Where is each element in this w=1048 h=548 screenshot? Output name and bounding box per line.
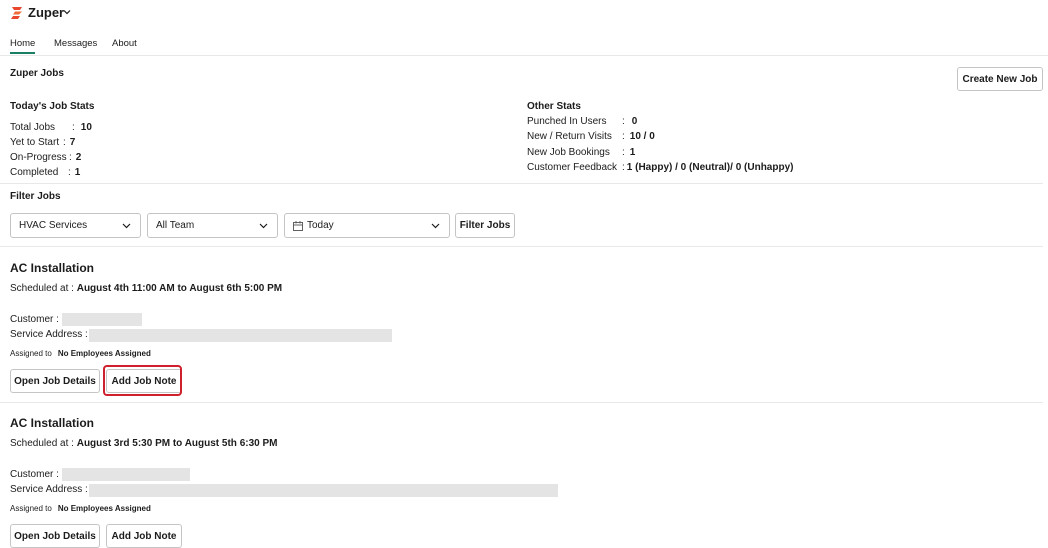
assigned-value: No Employees Assigned	[57, 349, 151, 358]
schedule-value: August 3rd 5:30 PM to August 5th 6:30 PM	[76, 438, 278, 449]
schedule-label: Scheduled at :	[10, 438, 74, 449]
stat-value: 1 (Happy) / 0 (Neutral)/ 0 (Unhappy)	[626, 162, 794, 173]
tab-bar: Home Messages About	[0, 30, 1048, 56]
tab-about[interactable]: About	[112, 38, 137, 49]
assigned-value: No Employees Assigned	[57, 504, 151, 513]
stat-label: New / Return Visits	[527, 131, 612, 142]
stat-value: 0	[631, 116, 638, 127]
divider	[0, 402, 1043, 403]
page-title: Zuper Jobs	[10, 68, 64, 79]
service-select[interactable]: HVAC Services	[10, 213, 141, 238]
stat-colon: :	[68, 167, 71, 178]
stat-completed: Completed:1	[10, 167, 80, 178]
zuper-logo-icon	[11, 7, 22, 19]
service-address-redacted	[89, 484, 558, 497]
create-new-job-button[interactable]: Create New Job	[957, 67, 1043, 91]
stat-label: Completed	[10, 167, 59, 178]
stat-new-return-visits: New / Return Visits:10 / 0	[527, 131, 655, 142]
stat-punched-in-users: Punched In Users:0	[527, 116, 637, 127]
service-select-value: HVAC Services	[19, 220, 88, 231]
job-schedule: Scheduled at : August 3rd 5:30 PM to Aug…	[10, 438, 277, 449]
divider	[0, 246, 1043, 247]
job-title: AC Installation	[10, 416, 95, 430]
customer-name-redacted	[62, 468, 190, 481]
stat-colon: :	[622, 116, 625, 127]
tab-messages[interactable]: Messages	[54, 38, 97, 49]
team-select[interactable]: All Team	[147, 213, 278, 238]
stat-colon: :	[63, 137, 66, 148]
stat-colon: :	[72, 122, 75, 133]
stat-colon: :	[622, 162, 625, 173]
stat-new-job-bookings: New Job Bookings:1	[527, 147, 635, 158]
stat-label: Punched In Users	[527, 116, 607, 127]
open-job-details-button[interactable]: Open Job Details	[10, 524, 100, 548]
assigned-label: Assigned to	[10, 504, 52, 513]
schedule-label: Scheduled at :	[10, 283, 74, 294]
team-select-value: All Team	[156, 220, 195, 231]
open-job-details-button[interactable]: Open Job Details	[10, 369, 100, 393]
stat-label: New Job Bookings	[527, 147, 610, 158]
stat-on-progress: On-Progress:2	[10, 152, 81, 163]
assigned-to: Assigned to No Employees Assigned	[10, 504, 151, 513]
stat-yet-to-start: Yet to Start:7	[10, 137, 75, 148]
app-name[interactable]: Zuper	[28, 5, 64, 20]
stat-value: 10	[80, 122, 92, 133]
assigned-to: Assigned to No Employees Assigned	[10, 349, 151, 358]
calendar-icon	[293, 220, 303, 231]
date-select[interactable]: Today	[284, 213, 450, 238]
stat-value: 10 / 0	[629, 131, 655, 142]
customer-label: Customer :	[10, 469, 59, 480]
chevron-down-icon	[431, 223, 440, 229]
other-stats-title: Other Stats	[527, 101, 581, 112]
stat-value: 1	[74, 167, 81, 178]
stat-value: 7	[69, 137, 76, 148]
stat-label: On-Progress	[10, 152, 67, 163]
date-select-value: Today	[307, 220, 334, 231]
stat-total-jobs: Total Jobs:10	[10, 122, 92, 133]
todays-stats-title: Today's Job Stats	[10, 101, 95, 112]
chevron-down-icon	[122, 223, 131, 229]
stat-label: Total Jobs	[10, 122, 56, 133]
job-schedule: Scheduled at : August 4th 11:00 AM to Au…	[10, 283, 282, 294]
divider	[0, 183, 1043, 184]
schedule-value: August 4th 11:00 AM to August 6th 5:00 P…	[76, 283, 283, 294]
stat-label: Customer Feedback	[527, 162, 618, 173]
add-job-note-button[interactable]: Add Job Note	[106, 524, 182, 548]
stat-customer-feedback: Customer Feedback:1 (Happy) / 0 (Neutral…	[527, 162, 793, 173]
service-address-label: Service Address :	[10, 329, 88, 340]
filter-jobs-button[interactable]: Filter Jobs	[455, 213, 515, 238]
assigned-label: Assigned to	[10, 349, 52, 358]
stat-value: 2	[75, 152, 82, 163]
stat-colon: :	[622, 131, 625, 142]
tab-home[interactable]: Home	[10, 38, 36, 54]
chevron-down-icon	[259, 223, 268, 229]
stat-colon: :	[622, 147, 625, 158]
app-header: Zuper	[0, 0, 1048, 28]
stat-label: Yet to Start	[10, 137, 60, 148]
job-title: AC Installation	[10, 261, 95, 275]
service-address-redacted	[89, 329, 392, 342]
filter-title: Filter Jobs	[10, 191, 61, 202]
customer-label: Customer :	[10, 314, 59, 325]
chevron-down-icon[interactable]	[63, 9, 71, 15]
stat-value: 1	[629, 147, 636, 158]
stat-colon: :	[69, 152, 72, 163]
highlight-box	[103, 365, 182, 396]
customer-name-redacted	[62, 313, 142, 326]
service-address-label: Service Address :	[10, 484, 88, 495]
